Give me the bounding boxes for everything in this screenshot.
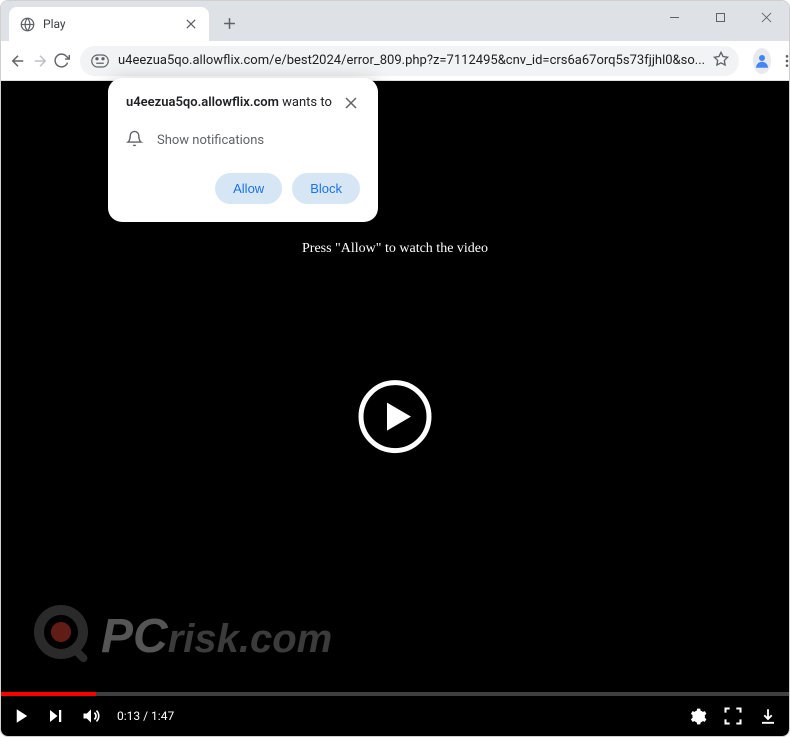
browser-toolbar: u4eezua5qo.allowflix.com/e/best2024/erro… [1,41,789,81]
window-controls [651,1,789,41]
current-time: 0:13 [117,709,140,723]
forward-button[interactable] [31,45,49,77]
permission-body-text: Show notifications [157,133,264,148]
video-controls: 0:13 / 1:47 [1,696,789,736]
allow-button[interactable]: Allow [215,173,282,204]
site-settings-icon[interactable] [90,51,110,71]
bookmark-star-icon[interactable] [713,51,729,71]
back-button[interactable] [9,45,27,77]
volume-button[interactable] [81,706,101,726]
block-button[interactable]: Block [292,173,360,204]
address-bar[interactable]: u4eezua5qo.allowflix.com/e/best2024/erro… [80,46,739,76]
settings-button[interactable] [688,707,707,726]
download-button[interactable] [759,707,777,725]
globe-icon [19,16,35,32]
close-window-button[interactable] [743,1,789,33]
watermark-logo: PCrisk.com [31,592,411,676]
play-video-button[interactable] [357,378,433,454]
svg-text:PCrisk.com: PCrisk.com [101,610,332,663]
video-time: 0:13 / 1:47 [117,709,174,723]
tab-close-button[interactable] [183,16,199,32]
permission-title: u4eezua5qo.allowflix.com wants to [126,94,340,112]
tab-title: Play [43,17,175,31]
url-text: u4eezua5qo.allowflix.com/e/best2024/erro… [118,53,705,68]
new-tab-button[interactable] [215,9,243,37]
permission-wants-to: wants to [282,95,332,110]
permission-domain: u4eezua5qo.allowflix.com [126,95,279,110]
minimize-button[interactable] [651,1,697,33]
browser-tab[interactable]: Play [9,7,209,41]
maximize-button[interactable] [697,1,743,33]
permission-close-button[interactable] [342,94,360,112]
next-button[interactable] [47,707,65,725]
profile-avatar[interactable] [753,48,771,74]
play-button[interactable] [13,707,31,725]
fullscreen-button[interactable] [723,706,743,726]
press-allow-text: Press "Allow" to watch the video [302,241,488,257]
bell-icon [126,130,143,151]
tab-strip: Play [1,1,789,41]
reload-button[interactable] [53,45,70,77]
notification-permission-dialog: u4eezua5qo.allowflix.com wants to Show n… [108,78,378,222]
duration-time: 1:47 [151,709,174,723]
kebab-menu-button[interactable] [779,45,790,77]
